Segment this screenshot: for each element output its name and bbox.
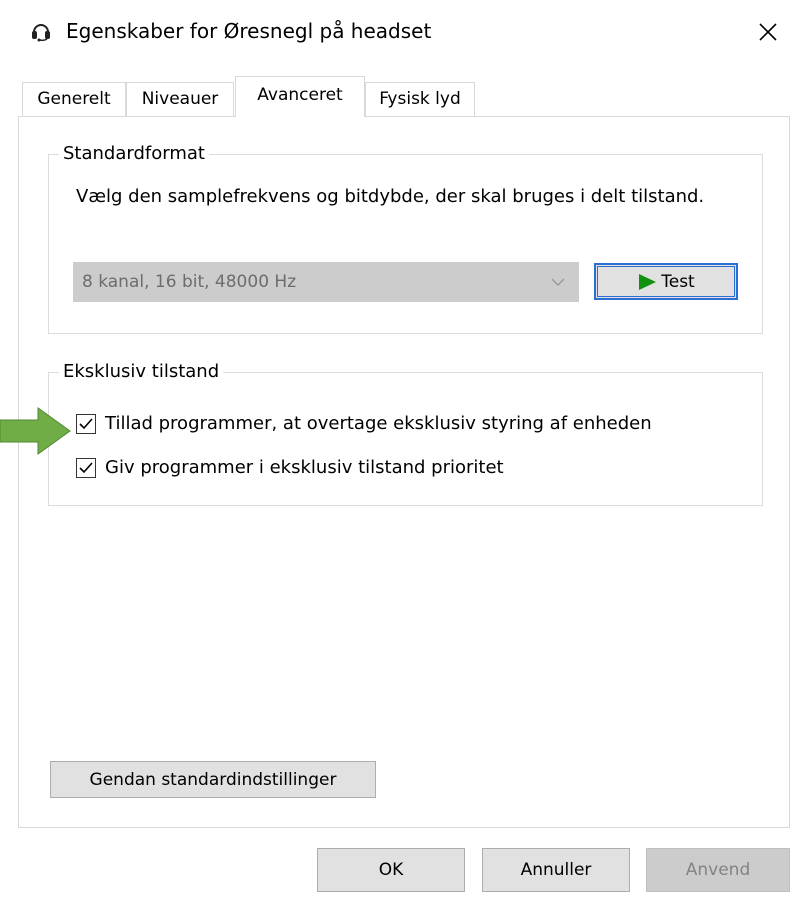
standard-format-group: Standardformat	[48, 144, 763, 334]
chevron-down-icon	[551, 278, 565, 286]
format-dropdown-value: 8 kanal, 16 bit, 48000 Hz	[82, 272, 297, 292]
checkmark-icon	[79, 462, 93, 474]
ok-button[interactable]: OK	[317, 848, 465, 892]
window-title: Egenskaber for Øresnegl på headset	[66, 19, 432, 43]
checkmark-icon	[79, 418, 93, 430]
tab-strip: Generelt Niveauer Avanceret Fysisk lyd	[22, 76, 790, 117]
play-icon	[639, 273, 657, 290]
exclusive-mode-legend: Eksklusiv tilstand	[63, 361, 220, 382]
exclusive-priority-checkbox[interactable]	[76, 458, 96, 478]
restore-defaults-button[interactable]: Gendan standardindstillinger	[50, 761, 376, 798]
tab-generelt[interactable]: Generelt	[22, 82, 126, 116]
allow-exclusive-control-checkbox[interactable]	[76, 414, 96, 434]
title-bar: Egenskaber for Øresnegl på headset	[0, 0, 790, 62]
standard-format-description: Vælg den samplefrekvens og bitdybde, der…	[76, 186, 705, 207]
apply-button[interactable]: Anvend	[646, 848, 790, 892]
tab-fysisk-lyd[interactable]: Fysisk lyd	[365, 82, 475, 116]
tab-niveauer[interactable]: Niveauer	[126, 82, 234, 116]
allow-exclusive-control-label: Tillad programmer, at overtage eksklusiv…	[105, 413, 652, 434]
format-dropdown[interactable]: 8 kanal, 16 bit, 48000 Hz	[73, 262, 579, 302]
close-button[interactable]	[746, 14, 790, 50]
close-icon	[759, 23, 777, 41]
tab-avanceret[interactable]: Avanceret	[235, 76, 365, 117]
headset-icon	[32, 24, 50, 42]
exclusive-priority-label: Giv programmer i eksklusiv tilstand prio…	[105, 457, 504, 478]
standard-format-legend: Standardformat	[63, 143, 205, 164]
test-button-label: Test	[661, 271, 695, 292]
right-arrow-icon	[0, 407, 71, 455]
cancel-button[interactable]: Annuller	[482, 848, 630, 892]
test-button[interactable]: Test	[594, 263, 738, 300]
